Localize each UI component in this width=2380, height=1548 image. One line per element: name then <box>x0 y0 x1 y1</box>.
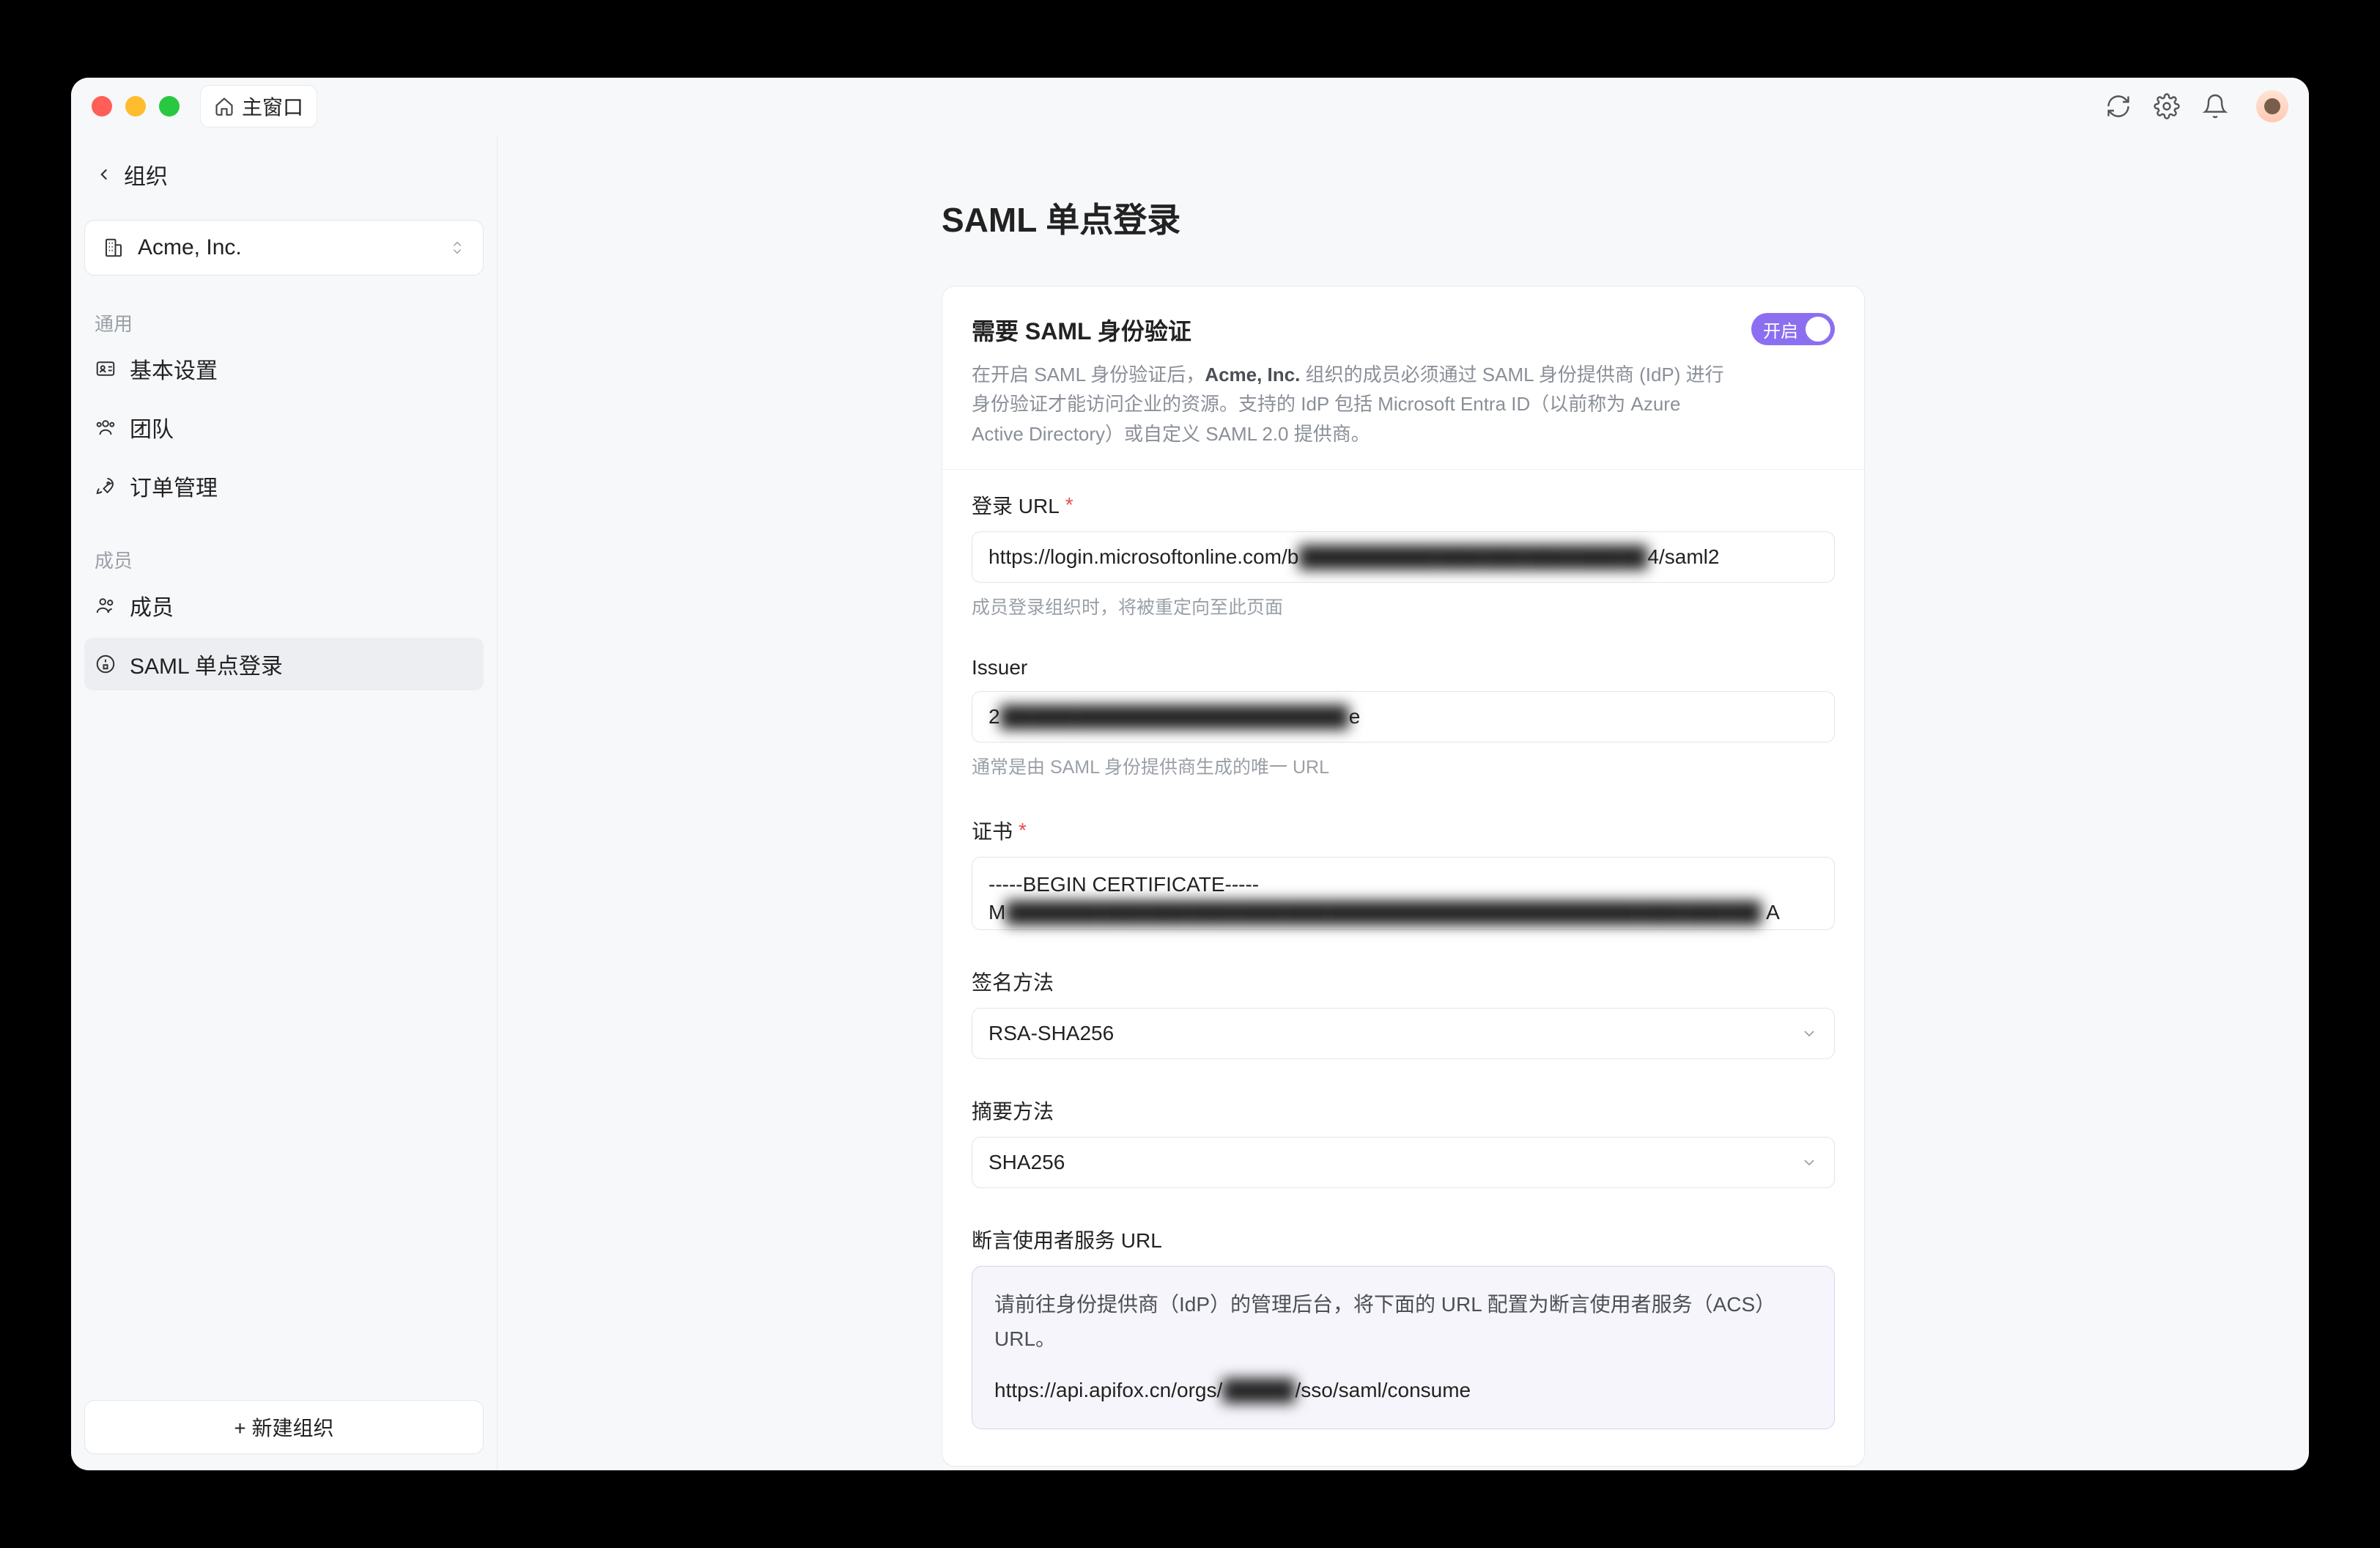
window-zoom-button[interactable] <box>159 96 180 117</box>
toggle-knob <box>1806 317 1830 342</box>
required-mark: * <box>1019 819 1027 842</box>
refresh-icon[interactable] <box>2105 93 2132 119</box>
acs-url-field: 断言使用者服务 URL 请前往身份提供商（IdP）的管理后台，将下面的 URL … <box>972 1225 1835 1429</box>
titlebar-actions <box>2105 90 2288 122</box>
section-members-label: 成员 <box>84 546 484 573</box>
users-icon <box>95 594 117 616</box>
main-window-chip[interactable]: 主窗口 <box>200 85 317 128</box>
digest-method-value: SHA256 <box>988 1151 1065 1174</box>
sidebar-item-label: 成员 <box>130 589 174 622</box>
avatar-face <box>2264 98 2280 114</box>
chevron-down-icon <box>1800 1154 1818 1171</box>
digest-method-select[interactable]: SHA256 <box>972 1137 1835 1188</box>
section-general-label: 通用 <box>84 309 484 336</box>
login-url-label: 登录 URL <box>972 490 1060 520</box>
login-url-help: 成员登录组织时，将被重定向至此页面 <box>972 593 1835 619</box>
rocket-icon <box>95 475 117 497</box>
back-to-orgs[interactable]: 组织 <box>84 151 484 198</box>
acs-info-box: 请前往身份提供商（IdP）的管理后台，将下面的 URL 配置为断言使用者服务（A… <box>972 1266 1835 1429</box>
sidebar-item-orders[interactable]: 订单管理 <box>84 460 484 512</box>
bell-icon[interactable] <box>2202 93 2228 119</box>
sig-method-label: 签名方法 <box>972 967 1054 996</box>
sidebar-item-members[interactable]: 成员 <box>84 579 484 632</box>
updown-icon <box>449 236 465 259</box>
settings-icon[interactable] <box>2154 93 2180 119</box>
login-url-input[interactable]: https://login.microsoftonline.com/b█████… <box>972 531 1835 583</box>
require-saml-desc: 在开启 SAML 身份验证后，Acme, Inc. 组织的成员必须通过 SAML… <box>972 360 1729 449</box>
window-minimize-button[interactable] <box>125 96 146 117</box>
sidebar-item-label: 基本设置 <box>130 353 218 385</box>
sig-method-value: RSA-SHA256 <box>988 1022 1114 1045</box>
acs-url-value: https://api.apifox.cn/orgs/█████/sso/sam… <box>994 1373 1812 1408</box>
window-close-button[interactable] <box>92 96 112 117</box>
back-label: 组织 <box>124 158 168 191</box>
issuer-label: Issuer <box>972 656 1027 679</box>
main-content: SAML 单点登录 需要 SAML 身份验证 在开启 SAML 身份验证后，Ac… <box>498 135 2309 1470</box>
require-saml-title: 需要 SAML 身份验证 <box>972 313 1729 347</box>
home-icon <box>214 96 234 117</box>
sidebar-item-basic[interactable]: 基本设置 <box>84 342 484 395</box>
org-name: Acme, Inc. <box>138 235 436 260</box>
saml-card: 需要 SAML 身份验证 在开启 SAML 身份验证后，Acme, Inc. 组… <box>942 286 1865 1467</box>
id-card-icon <box>95 358 117 380</box>
card-body: 登录 URL * https://login.microsoftonline.c… <box>942 470 1864 1466</box>
card-header: 需要 SAML 身份验证 在开启 SAML 身份验证后，Acme, Inc. 组… <box>942 287 1864 469</box>
required-mark: * <box>1065 493 1073 517</box>
shield-lock-icon <box>95 653 117 675</box>
acs-url-label: 断言使用者服务 URL <box>972 1225 1162 1254</box>
sidebar-item-team[interactable]: 团队 <box>84 401 484 454</box>
login-url-field: 登录 URL * https://login.microsoftonline.c… <box>972 490 1835 619</box>
sig-method-select[interactable]: RSA-SHA256 <box>972 1008 1835 1059</box>
page-title: SAML 单点登录 <box>942 194 1865 242</box>
cert-textarea[interactable]: -----BEGIN CERTIFICATE----- M███████████… <box>972 857 1835 930</box>
sidebar-item-saml[interactable]: SAML 单点登录 <box>84 638 484 690</box>
sidebar-item-label: 订单管理 <box>130 470 218 502</box>
org-selector[interactable]: Acme, Inc. <box>84 220 484 276</box>
saml-toggle[interactable]: 开启 <box>1751 313 1835 345</box>
toggle-label: 开启 <box>1763 317 1798 342</box>
sidebar-item-label: 团队 <box>130 411 174 443</box>
issuer-input[interactable]: 2████████████████████████e <box>972 691 1835 742</box>
main-window-label: 主窗口 <box>242 92 303 121</box>
issuer-help: 通常是由 SAML 身份提供商生成的唯一 URL <box>972 753 1835 779</box>
team-icon <box>95 416 117 438</box>
user-avatar[interactable] <box>2256 90 2288 122</box>
cert-field: 证书 * -----BEGIN CERTIFICATE----- M██████… <box>972 816 1835 930</box>
new-org-button[interactable]: + 新建组织 <box>84 1400 484 1454</box>
sidebar: 组织 Acme, Inc. 通用 基本设置 团队 订单管理 成员 <box>71 135 498 1470</box>
acs-info-text: 请前往身份提供商（IdP）的管理后台，将下面的 URL 配置为断言使用者服务（A… <box>994 1287 1812 1357</box>
traffic-lights <box>92 96 180 117</box>
sidebar-item-label: SAML 单点登录 <box>130 648 283 680</box>
chevron-left-icon <box>95 165 114 184</box>
app-window: 主窗口 组织 Acme, Inc. 通用 <box>71 78 2309 1470</box>
building-icon <box>103 237 125 259</box>
cert-label: 证书 <box>972 816 1013 845</box>
digest-method-field: 摘要方法 SHA256 <box>972 1096 1835 1188</box>
titlebar: 主窗口 <box>71 78 2309 135</box>
chevron-down-icon <box>1800 1025 1818 1042</box>
issuer-field: Issuer 2████████████████████████e 通常是由 S… <box>972 656 1835 779</box>
sig-method-field: 签名方法 RSA-SHA256 <box>972 967 1835 1059</box>
digest-method-label: 摘要方法 <box>972 1096 1054 1125</box>
